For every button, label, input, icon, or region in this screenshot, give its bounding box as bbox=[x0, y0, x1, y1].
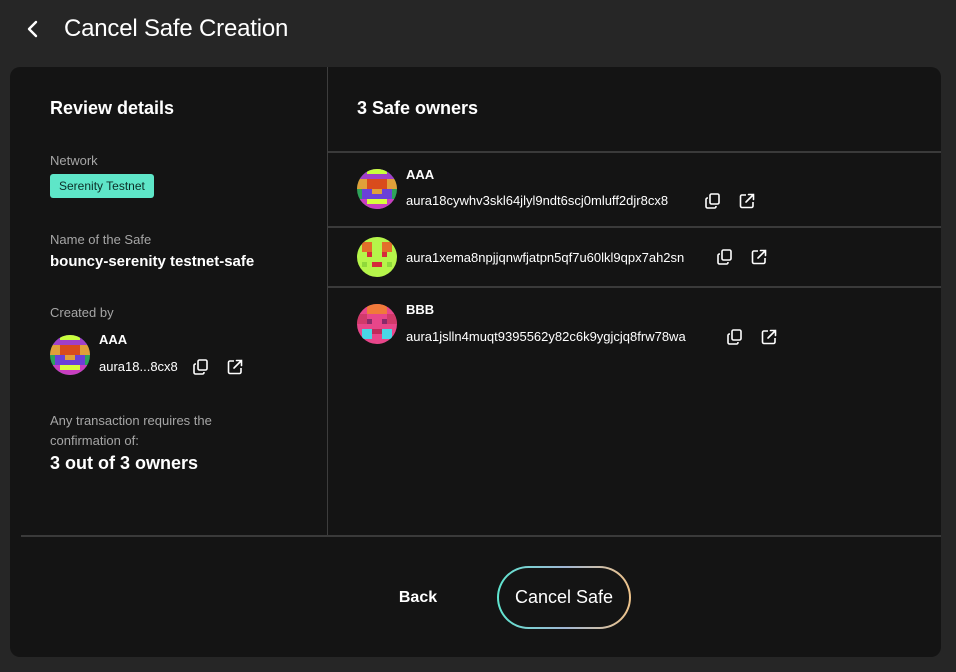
safe-owners-panel: 3 Safe owners AAA aura18cywhv3skl64jlyl9… bbox=[328, 67, 941, 535]
back-button[interactable]: Back bbox=[374, 580, 462, 616]
creator-avatar bbox=[50, 335, 90, 375]
owner-name: BBB bbox=[406, 302, 435, 317]
divider bbox=[328, 151, 941, 153]
owner-address: aura1xema8npjjqnwfjatpn5qf7u60lkl9qpx7ah… bbox=[406, 250, 685, 265]
owner-name: AAA bbox=[406, 167, 435, 182]
review-details-panel: Review details Network Serenity Testnet … bbox=[10, 67, 328, 535]
cancel-safe-label: Cancel Safe bbox=[499, 568, 629, 627]
review-card: Review details Network Serenity Testnet … bbox=[10, 67, 941, 657]
external-link-icon[interactable] bbox=[738, 192, 756, 210]
owner-avatar bbox=[357, 169, 397, 209]
copy-icon[interactable] bbox=[704, 192, 722, 210]
back-arrow-icon[interactable] bbox=[22, 18, 44, 40]
external-link-icon[interactable] bbox=[226, 358, 244, 376]
created-by-label: Created by bbox=[50, 305, 114, 320]
copy-icon[interactable] bbox=[726, 328, 744, 346]
creator-address: aura18...8cx8 bbox=[99, 359, 178, 374]
confirmation-value: 3 out of 3 owners bbox=[50, 453, 199, 473]
network-badge: Serenity Testnet bbox=[50, 174, 154, 198]
copy-icon[interactable] bbox=[716, 248, 734, 266]
divider bbox=[328, 286, 941, 288]
cancel-safe-button[interactable]: Cancel Safe bbox=[497, 566, 631, 629]
safe-name-label: Name of the Safe bbox=[50, 232, 152, 247]
review-details-title: Review details bbox=[50, 98, 175, 118]
owner-avatar bbox=[357, 237, 397, 277]
header: Cancel Safe Creation bbox=[0, 0, 956, 60]
external-link-icon[interactable] bbox=[750, 248, 768, 266]
confirmation-text: Any transaction requires the confirmatio… bbox=[50, 413, 212, 448]
network-label: Network bbox=[50, 153, 98, 168]
page-title: Cancel Safe Creation bbox=[64, 15, 289, 42]
creator-name: AAA bbox=[99, 332, 128, 347]
external-link-icon[interactable] bbox=[760, 328, 778, 346]
owner-address: aura18cywhv3skl64jlyl9ndt6scj0mluff2djr8… bbox=[406, 193, 669, 208]
footer-divider bbox=[21, 535, 941, 537]
owner-address: aura1jslln4muqt9395562y82c6k9ygjcjq8frw7… bbox=[406, 329, 686, 344]
owners-title: 3 Safe owners bbox=[357, 98, 479, 118]
safe-name-value: bouncy-serenity testnet-safe bbox=[50, 253, 255, 270]
divider bbox=[328, 226, 941, 228]
copy-icon[interactable] bbox=[192, 358, 210, 376]
owner-avatar bbox=[357, 304, 397, 344]
